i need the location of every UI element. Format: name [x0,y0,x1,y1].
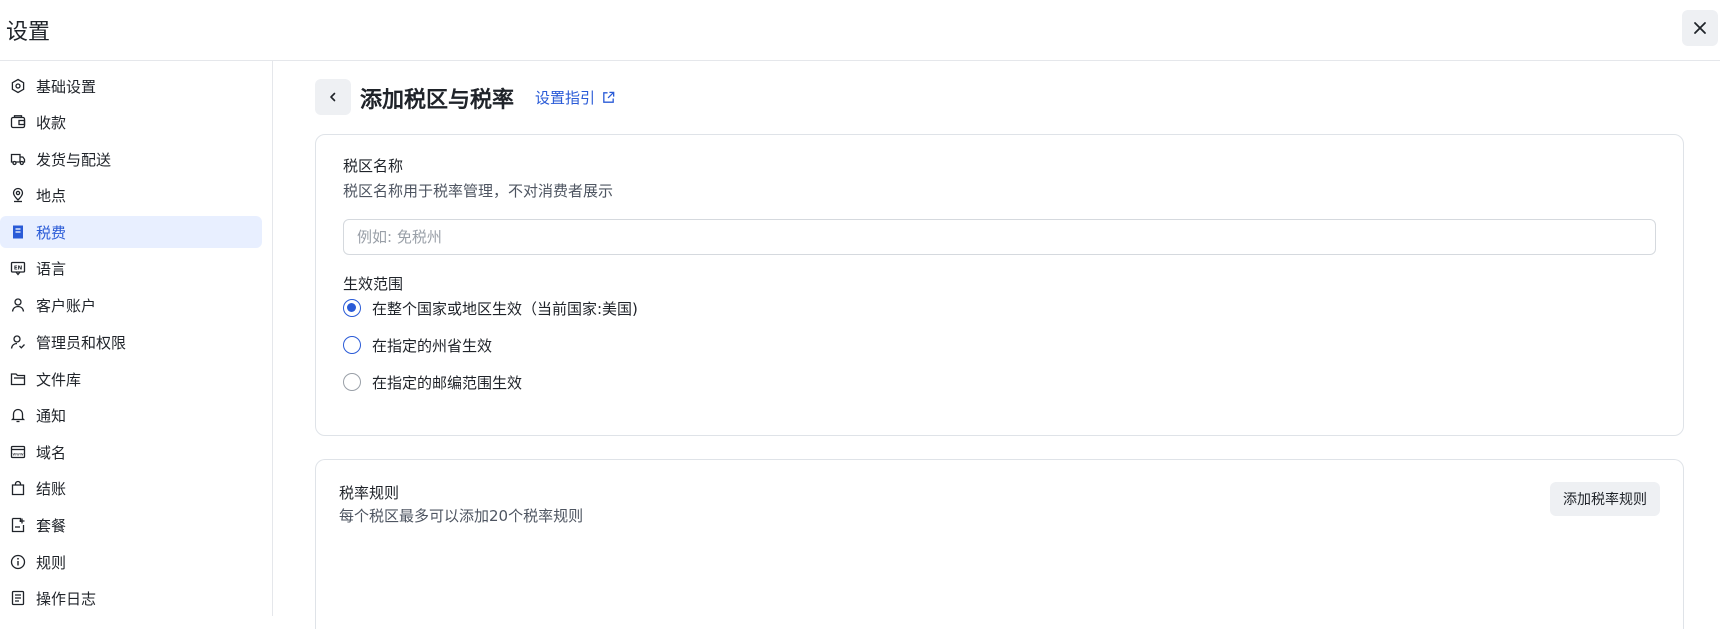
external-link-icon [603,91,615,103]
sidebar-item-label: 语言 [36,260,67,278]
sidebar-item-label: 域名 [36,444,67,462]
main-content: 添加税区与税率 设置指引 税区名称 税区名称用于税率管理，不对消费者展示 生效范… [274,61,1720,629]
tax-zone-name-input[interactable] [343,219,1656,255]
domain-icon: www [10,445,26,459]
sidebar-item-label: 地点 [36,187,67,205]
sidebar-item-customer-accounts[interactable]: 客户账户 [0,289,262,321]
close-icon [1694,22,1706,34]
add-tax-rule-button[interactable]: 添加税率规则 [1550,482,1660,516]
radio-button[interactable] [343,373,361,391]
radio-button-selected[interactable] [343,299,361,317]
sidebar-item-label: 收款 [36,114,67,132]
bell-icon [10,408,26,423]
radio-button[interactable] [343,336,361,354]
log-icon [11,590,25,606]
sidebar-item-label: 管理员和权限 [36,334,127,352]
tax-zone-name-label: 税区名称 [343,157,404,175]
back-button[interactable] [315,79,351,115]
tax-zone-card: 税区名称 税区名称用于税率管理，不对消费者展示 生效范围 在整个国家或地区生效（… [315,134,1684,436]
sidebar-item-rules[interactable]: 规则 [0,546,262,578]
sidebar-item-label: 文件库 [36,371,82,389]
sidebar-item-label: 客户账户 [36,297,97,315]
sidebar-item-label: 操作日志 [36,590,97,608]
tax-zone-name-help: 税区名称用于税率管理，不对消费者展示 [343,182,614,200]
shopping-bag-icon [11,480,25,496]
sidebar-item-plans[interactable]: 套餐 [0,509,262,541]
plan-icon [11,517,25,533]
sidebar-item-label: 基础设置 [36,78,97,96]
info-icon [10,554,26,570]
top-bar: 设置 [0,0,1720,61]
tax-rules-card: 税率规则 每个税区最多可以添加20个税率规则 添加税率规则 [315,459,1684,629]
setup-guide-link[interactable]: 设置指引 [535,87,616,108]
location-pin-icon [12,187,24,203]
sidebar-item-admins-permissions[interactable]: 管理员和权限 [0,326,262,358]
tax-receipt-icon [13,225,23,239]
sidebar-item-label: 规则 [36,554,67,572]
scope-option-label: 在指定的邮编范围生效 [372,373,523,392]
sidebar-item-label: 税费 [36,224,67,242]
scope-option-label: 在指定的州省生效 [372,336,493,355]
scope-option-zip[interactable]: 在指定的邮编范围生效 [343,370,522,394]
settings-hex-icon [11,78,25,94]
sidebar-item-taxes[interactable]: 税费 [0,216,262,248]
sidebar-item-label: 结账 [36,480,67,498]
language-en-icon: EN [10,261,26,276]
sidebar-item-label: 通知 [36,407,67,425]
close-button[interactable] [1682,10,1718,46]
page-header-title: 设置 [6,20,51,45]
sidebar-item-label: 套餐 [36,517,67,535]
page-title: 添加税区与税率 [360,88,515,113]
wallet-icon [10,115,26,129]
sidebar-item-shipping[interactable]: 发货与配送 [0,143,262,175]
folder-icon [10,373,26,386]
scope-label: 生效范围 [343,275,404,293]
tax-rules-help: 每个税区最多可以添加20个税率规则 [339,507,584,525]
sidebar-item-operation-log[interactable]: 操作日志 [0,582,262,614]
scope-option-state[interactable]: 在指定的州省生效 [343,333,492,357]
svg-text:www: www [12,453,23,458]
setup-guide-label: 设置指引 [535,89,596,107]
sidebar-item-domains[interactable]: www 域名 [0,436,262,468]
sidebar-item-label: 发货与配送 [36,151,112,169]
tax-rules-title: 税率规则 [339,484,400,502]
user-icon [11,298,25,312]
scope-option-country[interactable]: 在整个国家或地区生效（当前国家:美国) [343,296,638,320]
settings-sidebar: 基础设置 收款 发货与配送 地点 税费 EN 语言 客户账户 管理员和权限 文件… [0,61,273,616]
sidebar-item-checkout[interactable]: 结账 [0,472,262,504]
user-check-icon [10,335,25,349]
sidebar-item-basic-settings[interactable]: 基础设置 [0,70,262,102]
sidebar-item-notifications[interactable]: 通知 [0,399,262,431]
sidebar-item-file-library[interactable]: 文件库 [0,363,262,395]
sidebar-item-payments[interactable]: 收款 [0,106,262,138]
sidebar-item-language[interactable]: EN 语言 [0,252,262,284]
sidebar-item-locations[interactable]: 地点 [0,179,262,211]
scope-option-label: 在整个国家或地区生效（当前国家:美国) [372,299,638,318]
svg-text:EN: EN [14,266,23,272]
chevron-left-icon [330,92,336,102]
truck-icon [10,153,26,166]
